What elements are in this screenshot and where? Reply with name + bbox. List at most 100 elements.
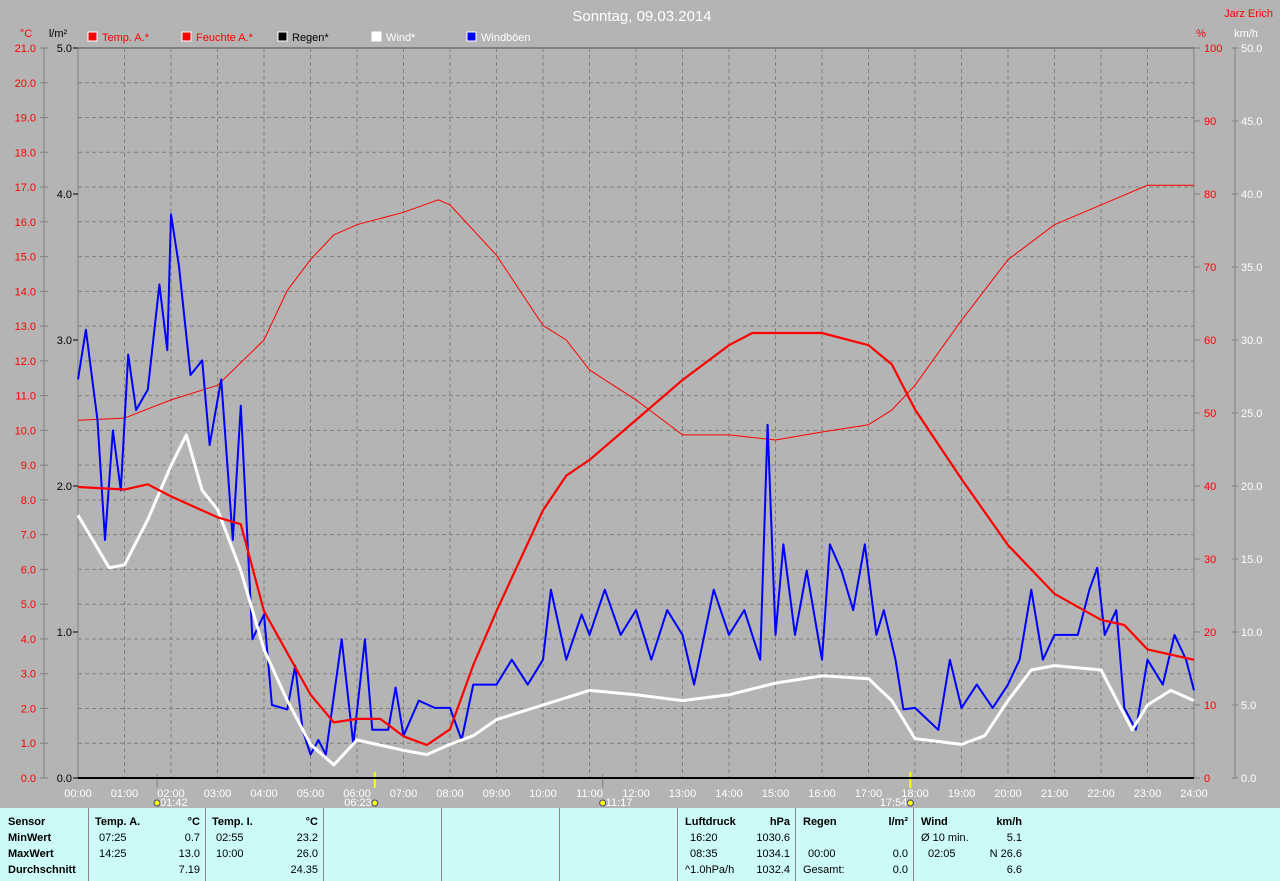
sunrise-icon [371, 799, 379, 807]
avg-value: 7.19 [178, 864, 200, 876]
temp-tick-label: 9.0 [21, 460, 36, 472]
min-time: 02:55 [216, 832, 244, 844]
temp-tick-label: 17.0 [15, 182, 36, 194]
chart-title: Sonntag, 09.03.2014 [572, 8, 711, 25]
temp-tick-label: 6.0 [21, 564, 36, 576]
x-tick-label: 14:00 [715, 788, 743, 800]
temp-tick-label: 18.0 [15, 147, 36, 159]
wind-column: Wind km/h Ø 10 min. 5.1 02:05 N 26.6 6.6 [913, 808, 1032, 881]
empty-column [559, 808, 678, 881]
sunset-icon [906, 799, 914, 807]
temp-tick-label: 1.0 [21, 738, 36, 750]
wind-tick-label: 45.0 [1241, 116, 1262, 128]
legend-swatch [466, 31, 477, 42]
temp-unit-label: °C [20, 28, 32, 40]
temp-tick-label: 14.0 [15, 286, 36, 298]
col-unit: °C [305, 816, 318, 828]
x-tick-label: 07:00 [390, 788, 418, 800]
humidity-unit-label: % [1196, 28, 1206, 40]
wind-tick-label: 10.0 [1241, 627, 1262, 639]
x-tick-label: 03:00 [204, 788, 232, 800]
weather-chart: 0.0 1.0 2.0 3.0 4.0 5.0 6.0 7.0 8.0 9.0 10.0 11.0 12… [15, 8, 1273, 808]
wind-tick-label: 15.0 [1241, 554, 1262, 566]
humidity-tick-label: 100 [1204, 43, 1222, 55]
avg10-label: Ø 10 min. [921, 832, 969, 844]
min-value: 0.7 [184, 832, 200, 844]
temp-tick-label: 2.0 [21, 703, 36, 715]
max-value: 26.0 [296, 848, 318, 860]
x-tick-label: 22:00 [1087, 788, 1115, 800]
temp-tick-label: 8.0 [21, 495, 36, 507]
author-label: Jarz Erich [1224, 8, 1273, 20]
max-time: 08:35 [690, 848, 718, 860]
sunrise-time-label: 06:23 [344, 797, 372, 808]
humidity-tick-label: 0 [1204, 773, 1210, 785]
col-unit: km/h [996, 816, 1022, 828]
wind-tick-label: 5.0 [1241, 700, 1256, 712]
x-tick-label: 13:00 [669, 788, 697, 800]
x-tick-label: 08:00 [436, 788, 464, 800]
legend-label: Wind* [386, 32, 416, 44]
rain-tick-label: 3.0 [57, 335, 72, 347]
legend-swatch [277, 31, 288, 42]
x-tick-label: 01:00 [111, 788, 139, 800]
temp-tick-label: 4.0 [21, 634, 36, 646]
legend-label: Feuchte A.* [196, 32, 254, 44]
humidity-tick-label: 50 [1204, 408, 1216, 420]
wind-tick-label: 30.0 [1241, 335, 1262, 347]
temp-tick-label: 0.0 [21, 773, 36, 785]
temp-tick-label: 5.0 [21, 599, 36, 611]
x-tick-label: 23:00 [1134, 788, 1162, 800]
x-tick-label: 21:00 [1041, 788, 1069, 800]
x-tick-label: 05:00 [297, 788, 325, 800]
temp-tick-label: 15.0 [15, 252, 36, 264]
rain-column: Regen l/m² 00:00 0.0 Gesamt: 0.0 [795, 808, 914, 881]
col-header: Wind [921, 816, 948, 828]
x-tick-label: 20:00 [994, 788, 1022, 800]
x-tick-label: 19:00 [948, 788, 976, 800]
empty-column [441, 808, 560, 881]
col-unit: °C [187, 816, 200, 828]
rain-tick-label: 5.0 [57, 43, 72, 55]
max-time: 02:05 [928, 848, 956, 860]
min-time: 07:25 [99, 832, 127, 844]
temp-i-column: Temp. I. °C 02:55 23.2 10:00 26.0 24.35 [205, 808, 324, 881]
humidity-tick-label: 90 [1204, 116, 1216, 128]
max-time: 14:25 [99, 848, 127, 860]
wind-tick-label: 35.0 [1241, 262, 1262, 274]
x-tick-label: 04:00 [250, 788, 278, 800]
trend: ^1.0hPa/h [685, 864, 735, 876]
rain-tick-label: 1.0 [57, 627, 72, 639]
rain-unit-label: l/m² [49, 28, 68, 40]
legend-label: Regen* [292, 32, 329, 44]
col-header: Regen [803, 816, 837, 828]
min-time: 16:20 [690, 832, 718, 844]
col-header: Temp. A. [95, 816, 141, 828]
x-tick-label: 10:00 [529, 788, 557, 800]
wind-tick-label: 0.0 [1241, 773, 1256, 785]
legend-label: Temp. A.* [102, 32, 150, 44]
temp-tick-label: 20.0 [15, 78, 36, 90]
temp-tick-label: 13.0 [15, 321, 36, 333]
rain-tick-label: 0.0 [57, 773, 72, 785]
legend-swatch [87, 31, 98, 42]
humidity-tick-label: 30 [1204, 554, 1216, 566]
humidity-tick-label: 20 [1204, 627, 1216, 639]
humidity-tick-label: 60 [1204, 335, 1216, 347]
temp-a-column: Temp. A. °C 07:25 0.7 14:25 13.0 7.19 [88, 808, 206, 881]
legend-label: Windböen [481, 32, 531, 44]
min-value: 1030.6 [756, 832, 790, 844]
moonset-time-label: 01:42 [160, 797, 188, 808]
humidity-tick-label: 40 [1204, 481, 1216, 493]
temp-tick-label: 10.0 [15, 425, 36, 437]
temp-tick-label: 21.0 [15, 43, 36, 55]
wind-tick-label: 50.0 [1241, 43, 1262, 55]
max-value: 1034.1 [756, 848, 790, 860]
summary-table: Sensor MinWert MaxWert Durchschnitt Temp… [0, 808, 1280, 881]
wind-unit-label: km/h [1234, 28, 1258, 40]
wind-tick-label: 20.0 [1241, 481, 1262, 493]
humidity-tick-label: 80 [1204, 189, 1216, 201]
legend-swatch [371, 31, 382, 42]
col-unit: l/m² [888, 816, 908, 828]
avg-value: 24.35 [290, 864, 318, 876]
